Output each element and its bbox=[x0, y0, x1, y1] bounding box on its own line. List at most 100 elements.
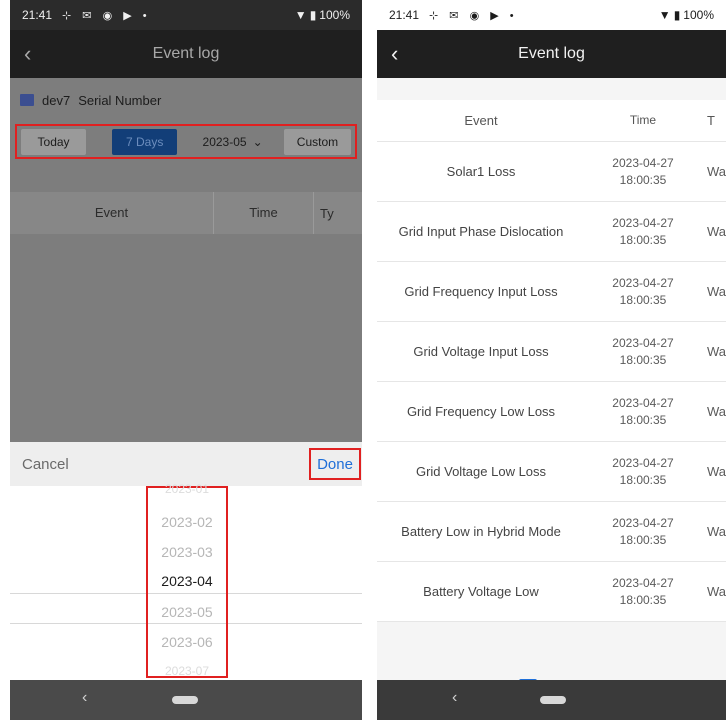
today-button[interactable]: Today bbox=[21, 128, 87, 155]
table-row: Battery Low in Hybrid Mode 2023-04-27 18:0… bbox=[377, 502, 726, 562]
device-name: dev7 bbox=[42, 92, 71, 108]
nav-back-icon[interactable]: ‹ bbox=[82, 689, 87, 707]
column-header-type: Ty bbox=[320, 205, 334, 221]
event-date: 2023-04-27 bbox=[612, 455, 674, 470]
table-row: Battery Voltage Low 2023-04-27 18:00:35 Wa bbox=[377, 562, 726, 622]
status-bar: 21:41 ⊹ ✉ ◉ ▶ • ▼ ▮ 100% bbox=[10, 0, 362, 30]
status-time: 21:41 bbox=[22, 8, 53, 22]
cancel-button[interactable]: Cancel bbox=[22, 456, 69, 473]
battery-icon: ▮ bbox=[673, 8, 681, 22]
event-date: 2023-04-27 bbox=[612, 215, 674, 230]
wifi-icon: ▼ bbox=[294, 8, 307, 22]
event-clock: 18:00:35 bbox=[619, 292, 667, 307]
event-name: Grid Frequency Low Loss bbox=[406, 404, 556, 419]
picker-option[interactable]: 2023-01 bbox=[148, 482, 226, 496]
device-icon bbox=[20, 94, 34, 106]
picker-option-selected[interactable]: 2023-04 bbox=[148, 573, 226, 589]
device-serial-label: Serial Number bbox=[78, 92, 162, 108]
event-type: Wa bbox=[707, 344, 726, 359]
month-select[interactable]: 2023-05 ⌄ bbox=[185, 129, 280, 155]
event-table-header: Event Time Ty bbox=[10, 192, 362, 234]
title-bar: ‹ Event log bbox=[10, 30, 362, 78]
event-name: Grid Voltage Low Loss bbox=[415, 464, 547, 479]
table-row: Grid Voltage Input Loss 2023-04-27 18:00:3… bbox=[377, 322, 726, 382]
event-date: 2023-04-27 bbox=[612, 515, 674, 530]
column-header-event: Event bbox=[464, 113, 498, 128]
picker-option[interactable]: 2023-05 bbox=[148, 604, 226, 620]
event-time: 2023-04-27 18:00:35 bbox=[585, 515, 701, 549]
notification-icons: ⊹ ✉ ◉ ▶ • bbox=[62, 9, 151, 22]
event-time: 2023-04-27 18:00:35 bbox=[585, 455, 701, 489]
table-row: Grid Frequency Input Loss 2023-04-27 18:00… bbox=[377, 262, 726, 322]
picker-option[interactable]: 2023-06 bbox=[148, 634, 226, 650]
event-table: Event Time T Solar1 Loss 2023-04-27 18:00:… bbox=[377, 100, 726, 622]
seven-days-button[interactable]: 7 Days bbox=[112, 128, 178, 155]
event-log-content: Event Time T Solar1 Loss 2023-04-27 18:00:… bbox=[377, 78, 726, 699]
wifi-icon: ▼ bbox=[658, 8, 671, 22]
title-bar: ‹ Event log bbox=[377, 30, 726, 78]
picker-option[interactable]: 2023-07 bbox=[148, 664, 226, 678]
event-time: 2023-04-27 18:00:35 bbox=[585, 275, 701, 309]
battery-level: 100% bbox=[683, 8, 714, 22]
event-name: Solar1 Loss bbox=[446, 164, 516, 179]
device-row: dev7 Serial Number bbox=[20, 90, 161, 110]
page-title: Event log bbox=[152, 45, 220, 62]
event-type: Wa bbox=[707, 224, 726, 239]
event-name: Grid Frequency Input Loss bbox=[404, 284, 558, 299]
event-time: 2023-04-27 18:00:35 bbox=[585, 155, 701, 189]
event-type: Wa bbox=[707, 404, 726, 419]
battery-icon: ▮ bbox=[309, 8, 317, 22]
event-name: Grid Voltage Input Loss bbox=[413, 344, 549, 359]
event-time: 2023-04-27 18:00:35 bbox=[585, 335, 701, 369]
event-name: Grid Input Phase Dislocation bbox=[398, 224, 564, 239]
event-name: Battery Voltage Low bbox=[423, 584, 539, 599]
system-nav-bar: ‹ bbox=[10, 680, 362, 720]
event-date: 2023-04-27 bbox=[612, 395, 674, 410]
status-time: 21:41 bbox=[389, 8, 420, 22]
event-clock: 18:00:35 bbox=[619, 172, 667, 187]
table-row: Grid Input Phase Dislocation 2023-04-27 18… bbox=[377, 202, 726, 262]
picker-option[interactable]: 2023-02 bbox=[148, 514, 226, 530]
status-bar: 21:41 ⊹ ✉ ◉ ▶ • ▼ ▮ 100% bbox=[377, 0, 726, 30]
picker-toolbar: Cancel Done bbox=[10, 442, 362, 486]
event-clock: 18:00:35 bbox=[619, 232, 667, 247]
system-nav-bar: ‹ bbox=[377, 680, 726, 720]
back-arrow-icon[interactable]: ‹ bbox=[24, 42, 44, 66]
event-clock: 18:00:35 bbox=[619, 412, 667, 427]
custom-button[interactable]: Custom bbox=[283, 128, 351, 155]
event-clock: 18:00:35 bbox=[619, 532, 667, 547]
event-clock: 18:00:35 bbox=[619, 592, 667, 607]
event-date: 2023-04-27 bbox=[612, 155, 674, 170]
nav-home-pill[interactable] bbox=[540, 696, 566, 704]
status-right: ▼ ▮ 100% bbox=[659, 8, 714, 22]
page-title: Event log bbox=[518, 45, 585, 62]
done-button[interactable]: Done bbox=[309, 448, 361, 480]
nav-back-icon[interactable]: ‹ bbox=[452, 689, 457, 707]
right-phone-screen: 21:41 ⊹ ✉ ◉ ▶ • ▼ ▮ 100% ‹ Event log Eve… bbox=[377, 0, 726, 720]
picker-option[interactable]: 2023-03 bbox=[148, 544, 226, 560]
table-body: Solar1 Loss 2023-04-27 18:00:35 Wa Grid Inpu… bbox=[377, 142, 726, 622]
event-date: 2023-04-27 bbox=[612, 335, 674, 350]
dimmed-page-overlay: dev7 Serial Number Today 7 Days 2023-05 … bbox=[10, 78, 362, 442]
back-arrow-icon[interactable]: ‹ bbox=[391, 42, 411, 66]
chevron-down-icon: ⌄ bbox=[252, 134, 263, 149]
table-header-row: Event Time T bbox=[377, 100, 726, 142]
event-type: Wa bbox=[707, 164, 726, 179]
column-header-event: Event bbox=[10, 192, 214, 234]
event-date: 2023-04-27 bbox=[612, 275, 674, 290]
event-date: 2023-04-27 bbox=[612, 575, 674, 590]
nav-home-pill[interactable] bbox=[172, 696, 198, 704]
month-select-value: 2023-05 bbox=[202, 134, 247, 149]
event-type: Wa bbox=[707, 584, 726, 599]
notification-icons: ⊹ ✉ ◉ ▶ • bbox=[429, 9, 518, 22]
left-phone-screen: 21:41 ⊹ ✉ ◉ ▶ • ▼ ▮ 100% ‹ Event log dev… bbox=[10, 0, 362, 720]
month-picker[interactable]: 2023-01 2023-02 2023-03 2023-04 2023-05 … bbox=[10, 482, 362, 680]
event-type: Wa bbox=[707, 464, 726, 479]
battery-level: 100% bbox=[319, 8, 350, 22]
column-header-time: Time bbox=[214, 192, 314, 234]
event-time: 2023-04-27 18:00:35 bbox=[585, 215, 701, 249]
month-picker-column[interactable]: 2023-01 2023-02 2023-03 2023-04 2023-05 … bbox=[146, 482, 228, 678]
event-time: 2023-04-27 18:00:35 bbox=[585, 395, 701, 429]
event-type: Wa bbox=[707, 524, 726, 539]
status-right: ▼ ▮ 100% bbox=[295, 8, 350, 22]
